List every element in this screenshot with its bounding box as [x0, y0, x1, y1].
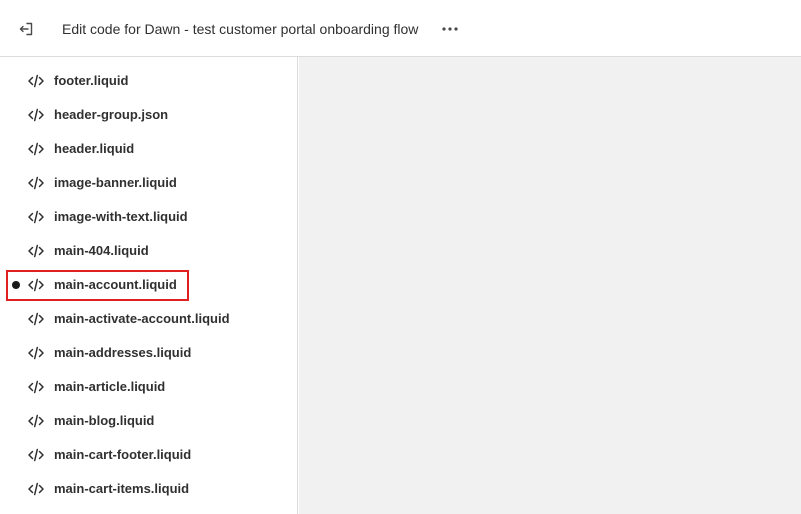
file-item[interactable]: header.liquid	[0, 132, 297, 166]
file-item-label: main-blog.liquid	[54, 413, 155, 428]
code-icon	[28, 380, 44, 394]
code-icon	[28, 312, 44, 326]
code-icon	[28, 482, 44, 496]
file-item-label: header.liquid	[54, 141, 135, 156]
file-item[interactable]: image-with-text.liquid	[0, 200, 297, 234]
file-item-label: main-activate-account.liquid	[54, 311, 230, 326]
file-item-label: main-cart-items.liquid	[54, 481, 190, 496]
file-item[interactable]: main-404.liquid	[0, 234, 297, 268]
file-item-label: footer.liquid	[54, 73, 129, 88]
code-icon	[28, 448, 44, 462]
page-title: Edit code for Dawn - test customer porta…	[62, 21, 419, 37]
file-item-label: main-account.liquid	[54, 277, 177, 292]
exit-button[interactable]	[12, 16, 40, 42]
file-item[interactable]: main-cart-items.liquid	[0, 472, 297, 506]
file-item-label: image-banner.liquid	[54, 175, 177, 190]
code-icon	[28, 108, 44, 122]
code-icon	[28, 74, 44, 88]
exit-icon	[19, 22, 33, 36]
top-bar: Edit code for Dawn - test customer porta…	[0, 0, 801, 57]
code-icon	[28, 346, 44, 360]
file-item-label: main-addresses.liquid	[54, 345, 192, 360]
code-icon	[28, 278, 44, 292]
file-item[interactable]: main-cart-footer.liquid	[0, 438, 297, 472]
code-icon	[28, 210, 44, 224]
file-item[interactable]: header-group.json	[0, 98, 297, 132]
code-icon	[28, 142, 44, 156]
file-item[interactable]: main-addresses.liquid	[0, 336, 297, 370]
file-item[interactable]: main-article.liquid	[0, 370, 297, 404]
file-sidebar: footer.liquid header-group.json header.liq…	[0, 57, 298, 514]
file-item-label: header-group.json	[54, 107, 169, 122]
file-item-label: main-404.liquid	[54, 243, 149, 258]
more-actions-button[interactable]	[437, 16, 463, 42]
file-item[interactable]: footer.liquid	[0, 64, 297, 98]
file-item[interactable]: main-account.liquid	[0, 268, 297, 302]
file-item-label: image-with-text.liquid	[54, 209, 188, 224]
file-item[interactable]: image-banner.liquid	[0, 166, 297, 200]
file-item[interactable]: main-blog.liquid	[0, 404, 297, 438]
file-item-label: main-cart-footer.liquid	[54, 447, 192, 462]
file-item-label: main-article.liquid	[54, 379, 166, 394]
code-icon	[28, 414, 44, 428]
code-icon	[28, 244, 44, 258]
file-item[interactable]: main-activate-account.liquid	[0, 302, 297, 336]
modified-indicator-dot	[12, 281, 20, 289]
more-horizontal-icon	[442, 27, 458, 31]
code-icon	[28, 176, 44, 190]
editor-area	[299, 57, 801, 514]
